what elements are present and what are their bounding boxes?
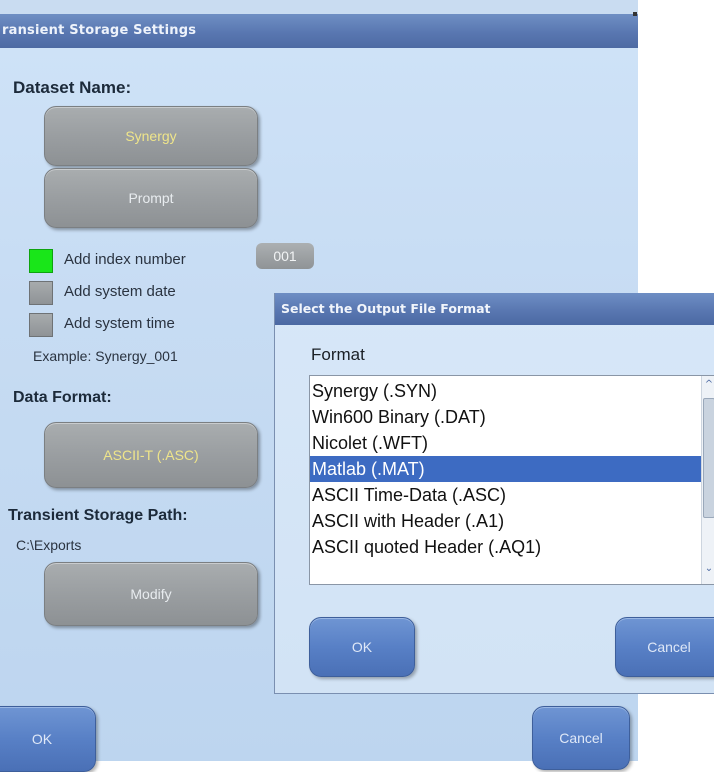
dataset-name-label: Dataset Name:	[13, 78, 132, 97]
format-listbox[interactable]: Synergy (.SYN) Win600 Binary (.DAT) Nico…	[309, 375, 714, 585]
listbox-scrollbar[interactable]: ^ ⌄	[701, 376, 714, 584]
add-date-checkbox[interactable]	[29, 281, 53, 305]
format-item-matlab[interactable]: Matlab (.MAT)	[310, 456, 702, 482]
format-item-win600[interactable]: Win600 Binary (.DAT)	[310, 404, 702, 430]
dialog-title: Select the Output File Format	[275, 293, 714, 325]
format-item-ascii-quoted[interactable]: ASCII quoted Header (.AQ1)	[310, 534, 702, 560]
scroll-down-icon[interactable]: ⌄	[703, 562, 714, 576]
format-item-ascii-header[interactable]: ASCII with Header (.A1)	[310, 508, 702, 534]
data-format-label: Data Format:	[13, 389, 112, 406]
example-text: Example: Synergy_001	[33, 348, 178, 364]
add-time-label: Add system time	[64, 315, 175, 332]
cancel-button[interactable]: Cancel	[532, 706, 630, 770]
prompt-button[interactable]: Prompt	[44, 168, 258, 228]
scroll-up-icon[interactable]: ^	[703, 378, 714, 392]
storage-path-value: C:\Exports	[16, 537, 82, 553]
format-item-synergy[interactable]: Synergy (.SYN)	[310, 378, 702, 404]
scrollbar-thumb[interactable]	[703, 398, 714, 518]
window-title: ransient Storage Settings	[0, 14, 638, 48]
format-label: Format	[311, 345, 365, 364]
data-format-button[interactable]: ASCII-T (.ASC)	[44, 422, 258, 488]
storage-path-label: Transient Storage Path:	[8, 507, 188, 524]
add-time-checkbox[interactable]	[29, 313, 53, 337]
ok-button[interactable]: OK	[0, 706, 96, 772]
add-index-checkbox[interactable]	[29, 249, 53, 273]
window-corner-mark	[633, 12, 637, 16]
add-index-label: Add index number	[64, 251, 186, 268]
add-date-label: Add system date	[64, 283, 176, 300]
format-item-ascii-time[interactable]: ASCII Time-Data (.ASC)	[310, 482, 702, 508]
dialog-cancel-button[interactable]: Cancel	[615, 617, 714, 677]
index-number-field[interactable]: 001	[256, 243, 314, 269]
modify-button[interactable]: Modify	[44, 562, 258, 626]
dataset-name-button[interactable]: Synergy	[44, 106, 258, 166]
dialog-ok-button[interactable]: OK	[309, 617, 415, 677]
title-bar-shade	[0, 0, 638, 14]
output-format-dialog: Select the Output File Format Format Syn…	[274, 293, 714, 694]
format-item-nicolet[interactable]: Nicolet (.WFT)	[310, 430, 702, 456]
